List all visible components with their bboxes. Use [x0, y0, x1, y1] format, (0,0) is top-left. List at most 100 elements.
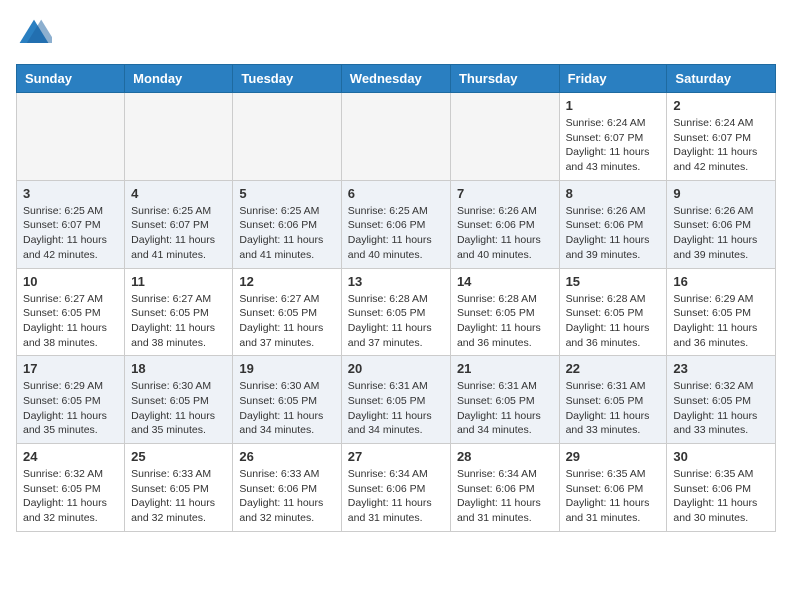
page-header: [16, 16, 776, 52]
day-info: Sunrise: 6:25 AM Sunset: 6:07 PM Dayligh…: [23, 204, 118, 263]
calendar-cell: 2 Sunrise: 6:24 AM Sunset: 6:07 PM Daylig…: [667, 93, 776, 181]
day-number: 17: [23, 361, 118, 376]
day-number: 9: [673, 186, 769, 201]
day-number: 29: [566, 449, 661, 464]
calendar-cell: 12 Sunrise: 6:27 AM Sunset: 6:05 PM Dayli…: [233, 268, 341, 356]
calendar-cell: [125, 93, 233, 181]
day-info: Sunrise: 6:26 AM Sunset: 6:06 PM Dayligh…: [566, 204, 661, 263]
calendar-cell: 7 Sunrise: 6:26 AM Sunset: 6:06 PM Daylig…: [450, 180, 559, 268]
day-number: 6: [348, 186, 444, 201]
day-number: 5: [239, 186, 334, 201]
calendar-cell: 18 Sunrise: 6:30 AM Sunset: 6:05 PM Dayli…: [125, 356, 233, 444]
day-info: Sunrise: 6:35 AM Sunset: 6:06 PM Dayligh…: [673, 467, 769, 526]
day-info: Sunrise: 6:24 AM Sunset: 6:07 PM Dayligh…: [673, 116, 769, 175]
calendar-cell: 11 Sunrise: 6:27 AM Sunset: 6:05 PM Dayli…: [125, 268, 233, 356]
day-number: 18: [131, 361, 226, 376]
day-info: Sunrise: 6:26 AM Sunset: 6:06 PM Dayligh…: [673, 204, 769, 263]
day-number: 8: [566, 186, 661, 201]
day-number: 2: [673, 98, 769, 113]
calendar-week-row: 24 Sunrise: 6:32 AM Sunset: 6:05 PM Dayli…: [17, 444, 776, 532]
calendar-cell: 22 Sunrise: 6:31 AM Sunset: 6:05 PM Dayli…: [559, 356, 667, 444]
day-info: Sunrise: 6:25 AM Sunset: 6:07 PM Dayligh…: [131, 204, 226, 263]
weekday-header: Friday: [559, 65, 667, 93]
day-info: Sunrise: 6:26 AM Sunset: 6:06 PM Dayligh…: [457, 204, 553, 263]
day-info: Sunrise: 6:33 AM Sunset: 6:05 PM Dayligh…: [131, 467, 226, 526]
day-number: 13: [348, 274, 444, 289]
calendar-cell: [17, 93, 125, 181]
day-info: Sunrise: 6:30 AM Sunset: 6:05 PM Dayligh…: [239, 379, 334, 438]
weekday-header: Sunday: [17, 65, 125, 93]
calendar-cell: 3 Sunrise: 6:25 AM Sunset: 6:07 PM Daylig…: [17, 180, 125, 268]
day-info: Sunrise: 6:32 AM Sunset: 6:05 PM Dayligh…: [23, 467, 118, 526]
day-info: Sunrise: 6:29 AM Sunset: 6:05 PM Dayligh…: [673, 292, 769, 351]
day-number: 30: [673, 449, 769, 464]
calendar-cell: 8 Sunrise: 6:26 AM Sunset: 6:06 PM Daylig…: [559, 180, 667, 268]
calendar-cell: 27 Sunrise: 6:34 AM Sunset: 6:06 PM Dayli…: [341, 444, 450, 532]
calendar-cell: 10Sunrise: 6:27 AM Sunset: 6:05 PM Dayli…: [17, 268, 125, 356]
weekday-header: Wednesday: [341, 65, 450, 93]
weekday-header: Monday: [125, 65, 233, 93]
day-number: 16: [673, 274, 769, 289]
day-number: 4: [131, 186, 226, 201]
calendar-cell: 19Sunrise: 6:30 AM Sunset: 6:05 PM Dayli…: [233, 356, 341, 444]
calendar-cell: [233, 93, 341, 181]
day-number: 28: [457, 449, 553, 464]
day-number: 3: [23, 186, 118, 201]
day-info: Sunrise: 6:31 AM Sunset: 6:05 PM Dayligh…: [348, 379, 444, 438]
day-info: Sunrise: 6:31 AM Sunset: 6:05 PM Dayligh…: [457, 379, 553, 438]
day-info: Sunrise: 6:28 AM Sunset: 6:05 PM Dayligh…: [348, 292, 444, 351]
calendar-cell: 25 Sunrise: 6:33 AM Sunset: 6:05 PM Dayli…: [125, 444, 233, 532]
day-info: Sunrise: 6:34 AM Sunset: 6:06 PM Dayligh…: [348, 467, 444, 526]
calendar-cell: [450, 93, 559, 181]
calendar-cell: 20 Sunrise: 6:31 AM Sunset: 6:05 PM Dayli…: [341, 356, 450, 444]
day-number: 25: [131, 449, 226, 464]
calendar-cell: 5Sunrise: 6:25 AM Sunset: 6:06 PM Daylig…: [233, 180, 341, 268]
day-info: Sunrise: 6:28 AM Sunset: 6:05 PM Dayligh…: [566, 292, 661, 351]
day-number: 21: [457, 361, 553, 376]
day-info: Sunrise: 6:29 AM Sunset: 6:05 PM Dayligh…: [23, 379, 118, 438]
calendar-cell: 16 Sunrise: 6:29 AM Sunset: 6:05 PM Dayli…: [667, 268, 776, 356]
day-info: Sunrise: 6:28 AM Sunset: 6:05 PM Dayligh…: [457, 292, 553, 351]
day-info: Sunrise: 6:25 AM Sunset: 6:06 PM Dayligh…: [348, 204, 444, 263]
calendar-cell: 21 Sunrise: 6:31 AM Sunset: 6:05 PM Dayli…: [450, 356, 559, 444]
day-info: Sunrise: 6:32 AM Sunset: 6:05 PM Dayligh…: [673, 379, 769, 438]
calendar-cell: 24 Sunrise: 6:32 AM Sunset: 6:05 PM Dayli…: [17, 444, 125, 532]
calendar-cell: [341, 93, 450, 181]
calendar-cell: 14 Sunrise: 6:28 AM Sunset: 6:05 PM Dayli…: [450, 268, 559, 356]
day-info: Sunrise: 6:27 AM Sunset: 6:05 PM Dayligh…: [239, 292, 334, 351]
day-info: Sunrise: 6:24 AM Sunset: 6:07 PM Dayligh…: [566, 116, 661, 175]
day-number: 14: [457, 274, 553, 289]
day-number: 23: [673, 361, 769, 376]
day-info: Sunrise: 6:33 AM Sunset: 6:06 PM Dayligh…: [239, 467, 334, 526]
calendar-week-row: 10Sunrise: 6:27 AM Sunset: 6:05 PM Dayli…: [17, 268, 776, 356]
day-number: 22: [566, 361, 661, 376]
day-info: Sunrise: 6:30 AM Sunset: 6:05 PM Dayligh…: [131, 379, 226, 438]
day-number: 12: [239, 274, 334, 289]
day-info: Sunrise: 6:27 AM Sunset: 6:05 PM Dayligh…: [131, 292, 226, 351]
day-info: Sunrise: 6:35 AM Sunset: 6:06 PM Dayligh…: [566, 467, 661, 526]
day-number: 20: [348, 361, 444, 376]
day-number: 24: [23, 449, 118, 464]
day-number: 7: [457, 186, 553, 201]
calendar-cell: 29 Sunrise: 6:35 AM Sunset: 6:06 PM Dayli…: [559, 444, 667, 532]
calendar-week-row: 3 Sunrise: 6:25 AM Sunset: 6:07 PM Daylig…: [17, 180, 776, 268]
logo-icon: [16, 16, 52, 52]
calendar-cell: 15Sunrise: 6:28 AM Sunset: 6:05 PM Dayli…: [559, 268, 667, 356]
day-info: Sunrise: 6:27 AM Sunset: 6:05 PM Dayligh…: [23, 292, 118, 351]
calendar-cell: 17 Sunrise: 6:29 AM Sunset: 6:05 PM Dayli…: [17, 356, 125, 444]
calendar-cell: 9 Sunrise: 6:26 AM Sunset: 6:06 PM Daylig…: [667, 180, 776, 268]
day-number: 11: [131, 274, 226, 289]
calendar-table: SundayMondayTuesdayWednesdayThursdayFrid…: [16, 64, 776, 532]
weekday-header: Saturday: [667, 65, 776, 93]
weekday-header: Thursday: [450, 65, 559, 93]
calendar-week-row: 1 Sunrise: 6:24 AM Sunset: 6:07 PM Daylig…: [17, 93, 776, 181]
calendar-header-row: SundayMondayTuesdayWednesdayThursdayFrid…: [17, 65, 776, 93]
day-number: 27: [348, 449, 444, 464]
day-number: 1: [566, 98, 661, 113]
day-number: 26: [239, 449, 334, 464]
calendar-cell: 28 Sunrise: 6:34 AM Sunset: 6:06 PM Dayli…: [450, 444, 559, 532]
day-info: Sunrise: 6:31 AM Sunset: 6:05 PM Dayligh…: [566, 379, 661, 438]
calendar-cell: 1 Sunrise: 6:24 AM Sunset: 6:07 PM Daylig…: [559, 93, 667, 181]
day-info: Sunrise: 6:34 AM Sunset: 6:06 PM Dayligh…: [457, 467, 553, 526]
logo: [16, 16, 58, 52]
